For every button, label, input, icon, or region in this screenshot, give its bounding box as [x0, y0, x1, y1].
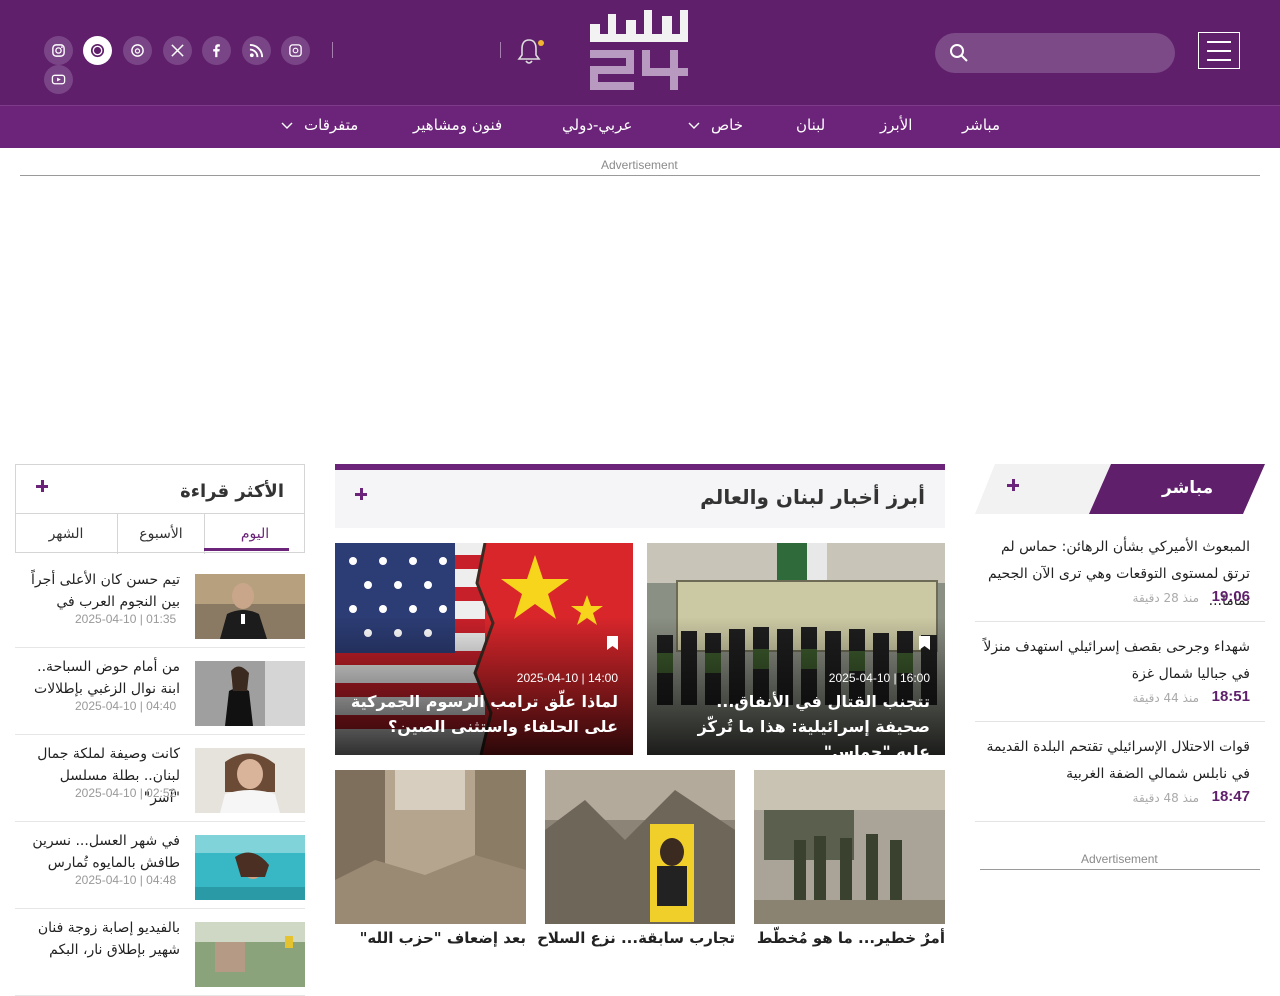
nav-item-exclusive[interactable]: خاص	[711, 116, 743, 134]
article-date: 2025-04-10 | 01:35	[75, 612, 177, 626]
notification-dot	[538, 40, 544, 46]
live-news-title[interactable]: قوات الاحتلال الإسرائيلي تقتحم البلدة ال…	[980, 734, 1250, 788]
article-thumbnail[interactable]	[195, 922, 305, 987]
nav-item-misc[interactable]: متفرقات	[304, 116, 358, 134]
section-header: أبرز أخبار لبنان والعالم	[335, 464, 945, 528]
article-thumbnail[interactable]	[195, 574, 305, 639]
article-card[interactable]	[754, 770, 945, 924]
live-news-time: 18:47	[1211, 788, 1250, 805]
main-navigation: مباشر الأبرز لبنان خاص عربي-دولي فنون وم…	[0, 105, 1280, 148]
nav-item-live[interactable]: مباشر	[962, 116, 1000, 134]
whatsapp-icon[interactable]	[83, 36, 112, 65]
plus-icon[interactable]	[1007, 479, 1019, 491]
most-read-title: الأكثر قراءة	[180, 481, 284, 502]
ad-divider	[20, 175, 1260, 176]
featured-article-card[interactable]: 2025-04-10 | 16:00 تتجنب القتال في الأنف…	[647, 543, 945, 755]
site-logo[interactable]	[588, 10, 692, 90]
article-title[interactable]: من أمام حوض السباحة.. ابنة نوال الزغبي ب…	[20, 656, 180, 700]
search-icon[interactable]	[949, 43, 969, 63]
bookmark-icon[interactable]	[606, 635, 619, 651]
live-news-ago: منذ 44 دقيقة	[1132, 691, 1199, 705]
list-item[interactable]: من أمام حوض السباحة.. ابنة نوال الزغبي ب…	[15, 648, 305, 735]
divider	[500, 42, 501, 58]
article-thumbnail[interactable]	[195, 835, 305, 900]
article-card[interactable]	[335, 770, 526, 924]
list-item[interactable]: بالفيديو إصابة زوجة فنان شهير بإطلاق نار…	[15, 909, 305, 996]
article-title[interactable]: في شهر العسل... نسرين طافش بالمايوه تُما…	[20, 830, 180, 874]
list-item[interactable]: تيم حسن كان الأعلى أجراً بين النجوم العر…	[15, 561, 305, 648]
chevron-down-icon[interactable]	[688, 122, 700, 130]
article-title[interactable]: أمرٌ خطير... ما هو مُخطّط	[757, 926, 945, 950]
live-news-item[interactable]: قوات الاحتلال الإسرائيلي تقتحم البلدة ال…	[975, 722, 1265, 822]
active-tab-indicator	[204, 548, 289, 551]
divider	[332, 42, 333, 58]
ad-divider	[980, 869, 1260, 870]
article-date: 2025-04-10 | 14:00	[516, 671, 618, 685]
tab-month[interactable]: الشهر	[15, 514, 117, 554]
article-image	[754, 770, 945, 924]
live-news-item[interactable]: شهداء وجرحى بقصف إسرائيلي استهدف منزلاً …	[975, 622, 1265, 722]
nav-item-arab-international[interactable]: عربي-دولي	[562, 116, 632, 134]
list-item[interactable]: كانت وصيفة لملكة جمال لبنان.. بطلة مسلسل…	[15, 735, 305, 822]
article-title[interactable]: بعد إضعاف "حزب الله"	[360, 926, 526, 950]
live-news-ago: منذ 48 دقيقة	[1132, 791, 1199, 805]
article-thumbnail[interactable]	[195, 748, 305, 813]
live-news-time: 19:06	[1211, 588, 1250, 605]
article-date: 2025-04-10 | 16:00	[828, 671, 930, 685]
nav-item-highlights[interactable]: الأبرز	[880, 116, 912, 134]
live-news-time: 18:51	[1211, 688, 1250, 705]
top-header	[0, 0, 1280, 105]
article-date: 2025-04-10 | 04:48	[75, 873, 177, 887]
hamburger-menu-button[interactable]	[1198, 32, 1240, 69]
rss-icon[interactable]	[242, 36, 271, 65]
featured-article-card[interactable]: 2025-04-10 | 14:00 لماذا علّق ترامب الرس…	[335, 543, 633, 755]
article-title[interactable]: لماذا علّق ترامب الرسوم الجمركية على الح…	[348, 689, 618, 739]
article-date: 2025-04-10 | 04:40	[75, 699, 177, 713]
article-image	[335, 770, 526, 924]
live-news-title[interactable]: المبعوث الأميركي بشأن الرهائن: حماس لم ت…	[980, 534, 1250, 615]
list-item[interactable]: في شهر العسل... نسرين طافش بالمايوه تُما…	[15, 822, 305, 909]
article-image	[545, 770, 735, 924]
plus-icon[interactable]	[36, 480, 48, 492]
x-icon[interactable]	[163, 36, 192, 65]
tab-week[interactable]: الأسبوع	[117, 514, 204, 554]
article-card[interactable]	[545, 770, 735, 924]
live-news-ago: منذ 28 دقيقة	[1132, 591, 1199, 605]
ad-label: Advertisement	[601, 158, 678, 172]
article-thumbnail[interactable]	[195, 661, 305, 726]
bookmark-icon[interactable]	[918, 635, 931, 651]
nav-item-lebanon[interactable]: لبنان	[796, 116, 825, 134]
article-title[interactable]: تيم حسن كان الأعلى أجراً بين النجوم العر…	[20, 569, 180, 613]
section-title: أبرز أخبار لبنان والعالم	[700, 485, 925, 509]
live-section-title: مباشر	[1162, 478, 1214, 498]
podcast-icon[interactable]	[281, 36, 310, 65]
youtube-icon[interactable]	[44, 65, 73, 94]
facebook-icon[interactable]	[202, 36, 231, 65]
search-input[interactable]	[935, 33, 1175, 73]
live-news-title[interactable]: شهداء وجرحى بقصف إسرائيلي استهدف منزلاً …	[980, 634, 1250, 688]
live-news-item[interactable]: المبعوث الأميركي بشأن الرهائن: حماس لم ت…	[975, 522, 1265, 622]
threads-icon[interactable]	[123, 36, 152, 65]
most-read-tabs: اليوم الأسبوع الشهر	[15, 513, 305, 554]
article-title[interactable]: تجارب سابقة... نزع السلاح	[537, 926, 735, 950]
plus-icon[interactable]	[355, 488, 367, 500]
ad-label: Advertisement	[1081, 852, 1158, 866]
article-date: 2025-04-10 | 02:52	[75, 786, 177, 800]
chevron-down-icon[interactable]	[281, 122, 293, 130]
instagram-icon[interactable]	[44, 36, 73, 65]
article-title[interactable]: بالفيديو إصابة زوجة فنان شهير بإطلاق نار…	[20, 917, 180, 961]
article-title[interactable]: تتجنب القتال في الأنفاق... صحيفة إسرائيل…	[660, 689, 930, 755]
nav-item-arts-celebrities[interactable]: فنون ومشاهير	[413, 116, 502, 134]
